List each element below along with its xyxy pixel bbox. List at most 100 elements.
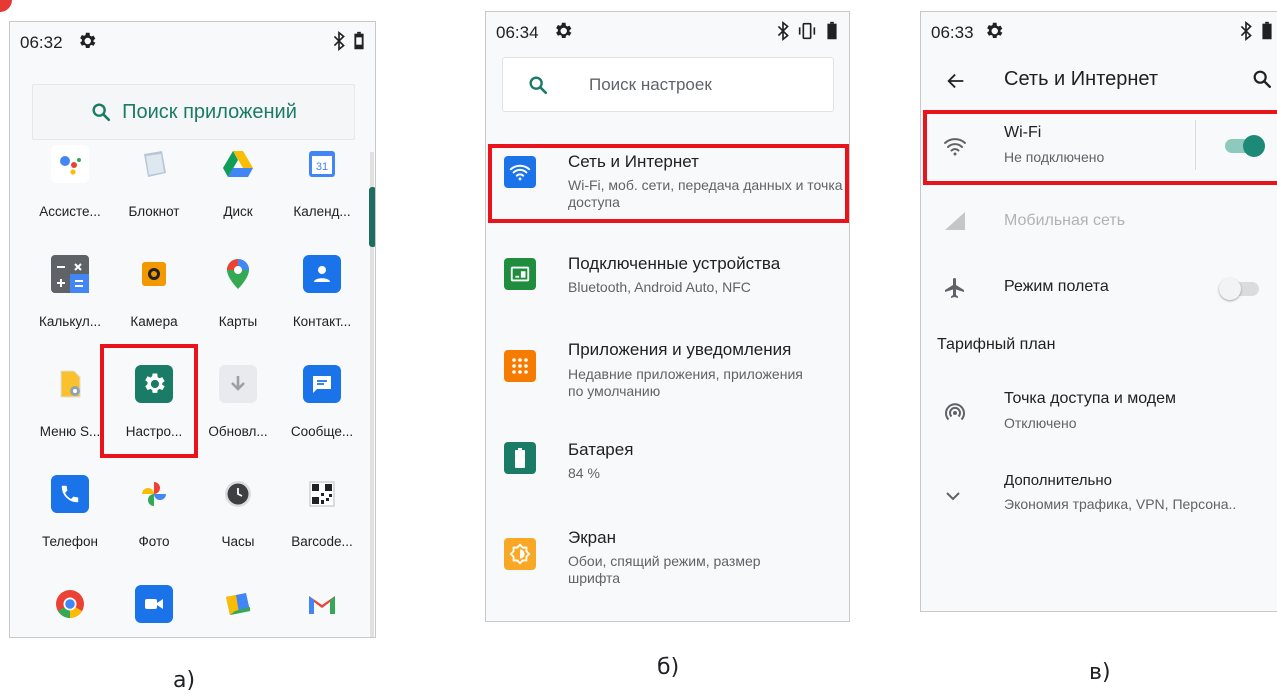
corner-marker [0, 0, 12, 12]
settings-search-placeholder: Поиск настроек [589, 75, 712, 94]
app-menu-s[interactable]: Меню S... [26, 365, 114, 439]
settings-item-title: Приложения и уведомления [568, 340, 792, 359]
app-label: Телефон [41, 534, 98, 549]
airplane-toggle[interactable] [1219, 278, 1259, 300]
app-files[interactable] [194, 585, 282, 623]
app-clock[interactable]: Часы [194, 475, 282, 549]
wifi-title: Wi-Fi [1004, 124, 1042, 141]
signal-icon [945, 212, 965, 230]
app-chrome[interactable] [26, 585, 114, 623]
mobile-network-row[interactable]: Мобильная сеть [921, 196, 1277, 256]
tariff-plan-row[interactable]: Тарифный план [921, 318, 1277, 368]
airplane-mode-title: Режим полета [1004, 278, 1109, 295]
app-update[interactable]: Обновл... [194, 365, 282, 439]
tariff-plan-title: Тарифный план [937, 336, 1056, 353]
network-internet-screen: 06:33 Сеть и Интернет Wi-Fi Не подключен… [920, 11, 1277, 612]
app-gmail[interactable] [278, 585, 366, 623]
page-title: Сеть и Интернет [1004, 68, 1159, 90]
battery-status-icon [1262, 21, 1272, 40]
app-label: Сообще... [290, 424, 354, 439]
app-drawer-screen: 06:32 Поиск приложений Ассисте... Блокно… [9, 21, 376, 638]
settings-item-connected-devices[interactable]: Подключенные устройства Bluetooth, Andro… [486, 244, 849, 324]
app-label: Камера [130, 314, 178, 329]
settings-item-apps[interactable]: Приложения и уведомления Недавние прилож… [486, 328, 849, 424]
app-contacts[interactable]: Контакт... [278, 255, 366, 329]
app-settings[interactable]: Настро... [110, 365, 198, 439]
settings-item-display[interactable]: Экран Обои, спящий режим, размер шрифта [486, 518, 849, 614]
barcode-icon [303, 475, 341, 513]
hotspot-status: Отключено [1004, 415, 1077, 431]
app-label: Barcode... [291, 534, 353, 549]
settings-item-title: Батарея [568, 440, 634, 459]
battery-icon [504, 442, 536, 474]
bluetooth-icon [1240, 21, 1252, 41]
app-notepad[interactable]: Блокнот [110, 145, 198, 219]
settings-item-network[interactable]: Сеть и Интернет Wi-Fi, моб. сети, переда… [486, 142, 849, 232]
update-download-icon [219, 365, 257, 403]
back-arrow-icon[interactable] [945, 70, 967, 92]
app-calculator[interactable]: Калькул... [26, 255, 114, 329]
hotspot-row[interactable]: Точка доступа и модем Отключено [921, 378, 1277, 448]
app-barcode[interactable]: Barcode... [278, 475, 366, 549]
settings-item-subtitle: Bluetooth, Android Auto, NFC [568, 279, 751, 295]
app-drive[interactable]: Диск [194, 145, 282, 219]
scrollbar-thumb[interactable] [369, 187, 375, 247]
app-maps[interactable]: Карты [194, 255, 282, 329]
brightness-icon [504, 538, 536, 570]
bluetooth-icon [777, 21, 789, 41]
toggle-knob [1219, 278, 1241, 300]
chevron-down-icon [946, 492, 960, 501]
wifi-status: Не подключено [1004, 149, 1105, 165]
status-bar: 06:34 [486, 12, 849, 52]
app-search-label: Поиск приложений [122, 100, 297, 123]
settings-item-battery[interactable]: Батарея 84 % [486, 432, 849, 512]
app-calendar[interactable]: 31 Календ... [278, 145, 366, 219]
advanced-subtitle: Экономия трафика, VPN, Персона.. [1004, 496, 1237, 512]
settings-gear-icon [135, 365, 173, 403]
advanced-title: Дополнительно [1004, 472, 1112, 489]
settings-status-icon [556, 22, 572, 38]
app-label: Ассисте... [39, 204, 101, 219]
assistant-icon [51, 145, 89, 183]
app-messages[interactable]: Сообще... [278, 365, 366, 439]
settings-item-subtitle: 84 % [568, 465, 600, 481]
advanced-row[interactable]: Дополнительно Экономия трафика, VPN, Пер… [921, 462, 1277, 532]
hotspot-icon [945, 403, 965, 421]
app-label: Блокнот [128, 204, 180, 219]
status-time: 06:34 [496, 23, 539, 42]
caption-b: б) [657, 655, 680, 680]
search-icon [529, 76, 548, 95]
app-label: Часы [221, 534, 255, 549]
svg-text:31: 31 [316, 161, 328, 173]
wifi-row[interactable]: Wi-Fi Не подключено [921, 112, 1277, 184]
app-search-bar[interactable]: Поиск приложений [32, 84, 355, 140]
app-label: Калькул... [39, 314, 101, 329]
calendar-icon: 31 [303, 145, 341, 183]
app-photos[interactable]: Фото [110, 475, 198, 549]
status-bar: 06:33 [921, 12, 1277, 52]
search-icon [92, 103, 111, 122]
caption-a: a) [173, 668, 196, 693]
settings-status-icon [987, 22, 1003, 38]
wifi-icon [944, 138, 966, 156]
clock-icon [219, 475, 257, 513]
search-icon[interactable] [1251, 68, 1273, 90]
airplane-mode-row[interactable]: Режим полета [921, 258, 1277, 318]
app-phone[interactable]: Телефон [26, 475, 114, 549]
messages-icon [303, 365, 341, 403]
wifi-toggle[interactable] [1225, 135, 1265, 157]
app-label: Меню S... [39, 424, 101, 439]
app-bar: Сеть и Интернет [921, 52, 1277, 108]
contacts-icon [303, 255, 341, 293]
app-camera[interactable]: Камера [110, 255, 198, 329]
toggle-knob [1243, 135, 1265, 157]
duo-icon [135, 585, 173, 623]
settings-item-title: Экран [568, 528, 616, 547]
settings-search-bar[interactable]: Поиск настроек [502, 57, 834, 112]
settings-item-subtitle: Недавние приложения, приложения по умолч… [568, 366, 803, 399]
maps-icon [219, 255, 257, 293]
app-duo[interactable] [110, 585, 198, 623]
camera-icon [135, 255, 173, 293]
app-assistant[interactable]: Ассисте... [26, 145, 114, 219]
apps-grid-icon [504, 350, 536, 382]
